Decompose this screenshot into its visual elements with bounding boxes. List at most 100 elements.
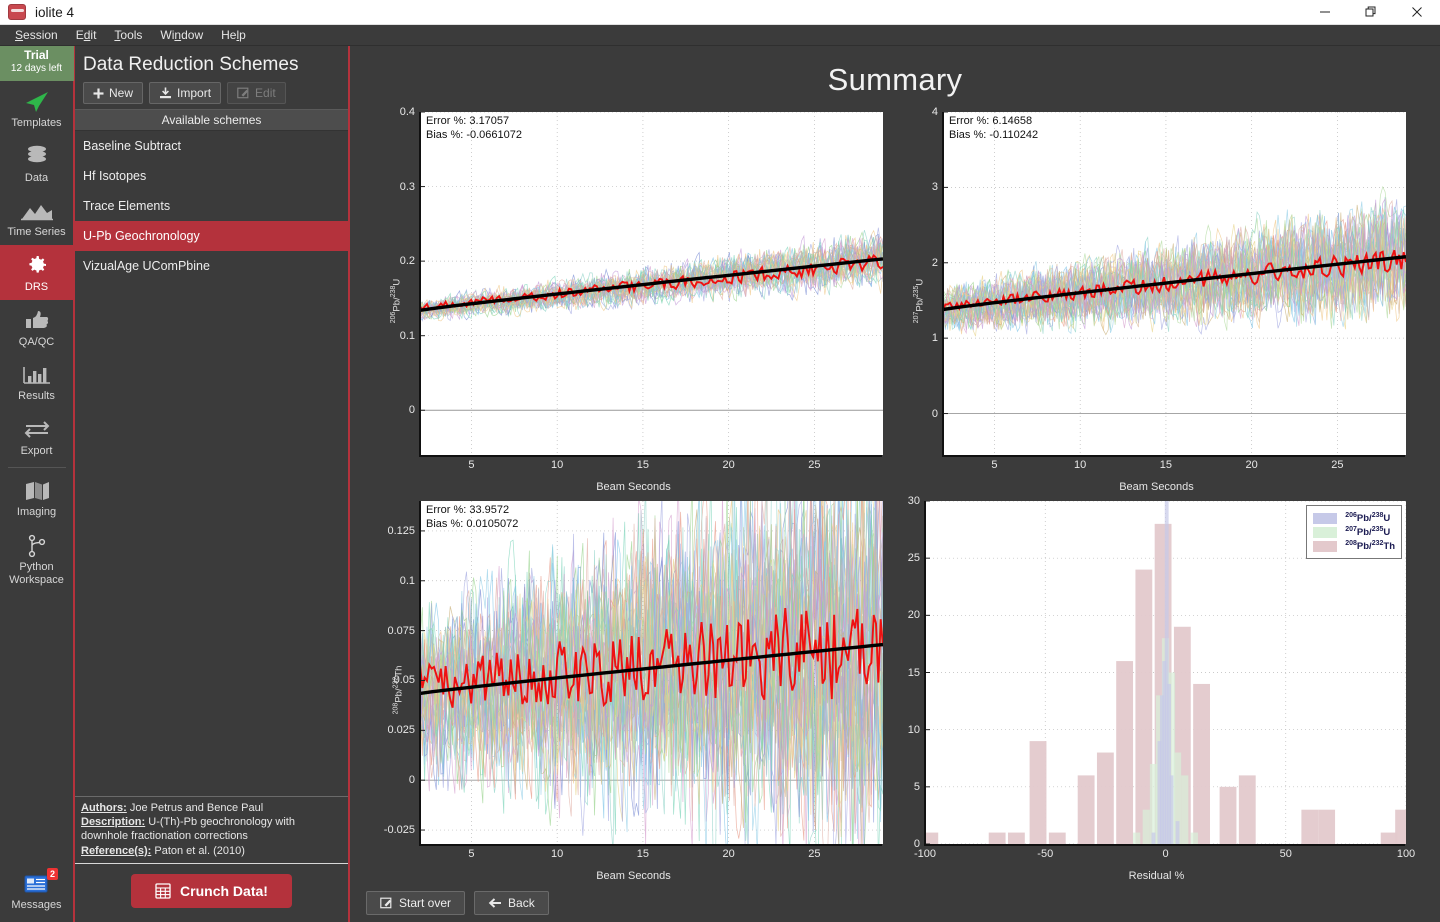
chart-cell-207pb-235u: Error %: 6.14658 Bias %: -0.110242 0 1 2 3 4 5… <box>895 106 1418 495</box>
import-scheme-button[interactable]: Import <box>149 82 222 104</box>
histogram-bar <box>1142 809 1150 844</box>
histogram-bar <box>1301 809 1319 844</box>
edit-pencil-icon <box>380 897 392 909</box>
paper-plane-icon <box>0 88 74 115</box>
plot-area: Error %: 3.17057 Bias %: -0.0661072 0 0.1 0… <box>400 106 883 471</box>
x-axis-label: Beam Seconds <box>1119 481 1194 493</box>
sidebar-item-imaging[interactable]: Imaging <box>0 470 74 525</box>
plot-206pb-238u[interactable]: Error %: 3.17057 Bias %: -0.0661072 0 0.1 0… <box>372 106 895 495</box>
references-value: Paton et al. (2010) <box>151 844 245 857</box>
scheme-label: Hf Isotopes <box>83 169 147 183</box>
menu-help[interactable]: Help <box>212 26 255 44</box>
x-axis-tick-label: 15 <box>636 848 650 860</box>
histogram-bar <box>1190 832 1198 844</box>
thumbs-up-icon <box>0 307 74 334</box>
back-button[interactable]: Back <box>474 891 549 915</box>
sidebar-item-messages[interactable]: 2 Messages <box>0 863 74 922</box>
scheme-item-u-pb-geochronology[interactable]: U-Pb Geochronology <box>75 221 348 251</box>
gear-icon <box>0 252 74 279</box>
scheme-label: Trace Elements <box>83 199 171 213</box>
y-axis-spine <box>924 501 926 844</box>
sidebar-item-results[interactable]: Results <box>0 354 74 409</box>
y-axis-tick-label: 0.125 <box>387 524 415 537</box>
y-axis-tick-label: 0.3 <box>399 180 415 193</box>
start-over-button[interactable]: Start over <box>366 891 466 915</box>
x-axis-spine <box>924 844 1405 846</box>
start-over-label: Start over <box>399 896 452 910</box>
legend-label: 208Pb/232Th <box>1345 540 1395 553</box>
y-axis-tick-label: 10 <box>907 723 920 736</box>
x-axis-label: Residual % <box>1128 870 1185 882</box>
description-label: Description: <box>81 816 146 829</box>
edit-pencil-icon <box>237 87 249 99</box>
x-axis-tick-label: 0 <box>1162 848 1169 860</box>
x-axis-spine <box>942 455 1405 457</box>
x-axis-tick-label: 15 <box>1159 459 1173 471</box>
series-canvas <box>943 112 1406 455</box>
y-axis-tick-label: 1 <box>931 332 938 345</box>
y-axis-tick-label: 30 <box>907 495 920 507</box>
scheme-item-vizualage-ucompbine[interactable]: VizualAge UComPbine <box>75 251 348 281</box>
window-controls <box>1302 0 1440 25</box>
messages-badge: 2 <box>46 868 58 881</box>
sidebar-item-time-series[interactable]: Time Series <box>0 190 74 245</box>
scheme-item-baseline-subtract[interactable]: Baseline Subtract <box>75 131 348 161</box>
rail-divider <box>7 467 66 469</box>
summary-content: Summary Error %: 3.17057 Bias %: -0.0661… <box>350 46 1440 922</box>
menu-edit[interactable]: Edit <box>67 26 106 44</box>
x-axis-label: Beam Seconds <box>596 481 671 493</box>
histogram-bar <box>1175 821 1180 844</box>
histogram-bar <box>988 832 1006 844</box>
y-axis-tick-label: 20 <box>907 609 920 622</box>
y-axis-tick-label: 5 <box>913 780 920 793</box>
sidebar-label-templates: Templates <box>11 117 62 129</box>
edit-scheme-label: Edit <box>255 86 276 100</box>
close-button[interactable] <box>1394 0 1440 25</box>
legend-label: 206Pb/238U <box>1345 512 1391 525</box>
y-axis-tick-label: 0 <box>931 407 938 420</box>
sidebar-item-data[interactable]: Data <box>0 136 74 191</box>
scheme-item-hf-isotopes[interactable]: Hf Isotopes <box>75 161 348 191</box>
plot-207pb-235u[interactable]: Error %: 6.14658 Bias %: -0.110242 0 1 2 3 4 5… <box>895 106 1418 495</box>
menu-window[interactable]: Window <box>151 26 212 44</box>
y-axis-tick-label: 0.025 <box>387 724 415 737</box>
calculator-icon <box>155 883 171 899</box>
menu-tools[interactable]: Tools <box>105 26 151 44</box>
trial-badge: Trial 12 days left <box>0 46 74 81</box>
available-schemes-header: Available schemes <box>75 109 348 131</box>
x-axis-tick-label: 10 <box>1074 459 1087 471</box>
y-axis-spine <box>942 112 944 455</box>
references-label: Reference(s): <box>81 844 152 857</box>
scheme-info: Authors: Joe Petrus and Bence Paul Descr… <box>75 795 348 864</box>
plot-208pb-232th[interactable]: Error %: 33.9572 Bias %: 0.0105072 -0.025… <box>372 495 895 884</box>
histogram-bar <box>1181 775 1189 844</box>
maximize-restore-button[interactable] <box>1348 0 1394 25</box>
back-label: Back <box>508 896 535 910</box>
minimize-button[interactable] <box>1302 0 1348 25</box>
sidebar-item-export[interactable]: Export <box>0 409 74 464</box>
x-axis-tick-label: 15 <box>636 459 650 471</box>
scheme-item-trace-elements[interactable]: Trace Elements <box>75 191 348 221</box>
sidebar-label-drs: DRS <box>24 280 49 293</box>
y-axis-tick-label: 15 <box>907 666 920 679</box>
edit-scheme-button[interactable]: Edit <box>227 82 286 104</box>
x-axis-spine <box>419 455 882 457</box>
sidebar-label-python-workspace: Python Workspace <box>9 561 64 586</box>
sidebar-item-templates[interactable]: Templates <box>0 81 74 136</box>
sidebar-item-drs[interactable]: DRS <box>0 244 74 300</box>
panel-title: Data Reduction Schemes <box>83 54 299 75</box>
y-axis-tick-label: 3 <box>931 181 938 194</box>
sidebar-label-results: Results <box>18 390 55 403</box>
sidebar-item-python-workspace[interactable]: Python Workspace <box>0 525 74 592</box>
crunch-data-button[interactable]: Crunch Data! <box>131 874 292 908</box>
legend-item: 208Pb/232Th <box>1313 540 1395 552</box>
scheme-label: VizualAge UComPbine <box>83 259 210 273</box>
x-axis-tick-label: 5 <box>468 848 475 860</box>
sidebar-item-qaqc[interactable]: QA/QC <box>0 300 74 355</box>
histogram-bar <box>1380 832 1398 844</box>
histogram-bar <box>1169 775 1174 844</box>
new-scheme-button[interactable]: New <box>83 82 144 104</box>
menu-session[interactable]: SSessionession <box>6 26 67 44</box>
plot-residual-histogram[interactable]: 0 5 10 15 20 25 30 -100 -50 0 50 100 206Pb/238U 207Pb… <box>895 495 1418 884</box>
y-axis-tick-label: 0 <box>408 404 415 417</box>
